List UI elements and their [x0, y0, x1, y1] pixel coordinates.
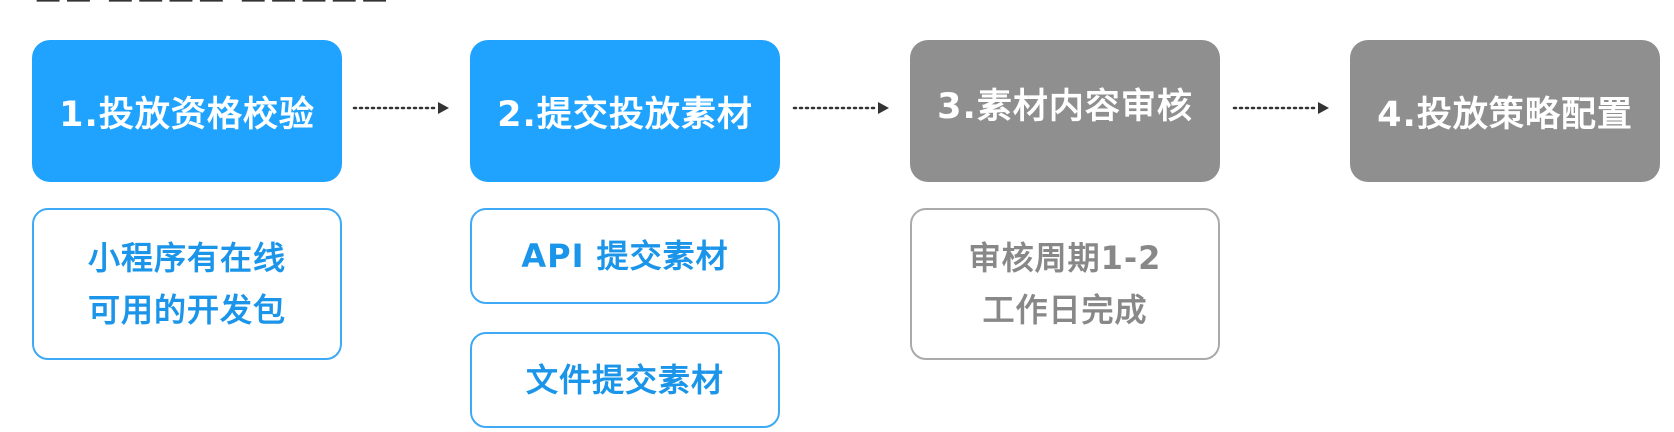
note-eligibility-requirement: 小程序有在线 可用的开发包 — [32, 208, 342, 360]
note-review-line-1: 审核周期1-2 — [968, 239, 1162, 277]
step-3-label: 3.素材内容审核 — [937, 86, 1193, 127]
note-file-submit-label: 文件提交素材 — [525, 361, 724, 399]
note-file-submit: 文件提交素材 — [470, 332, 780, 428]
step-1-eligibility-check: 1.投放资格校验 — [32, 40, 342, 182]
step-2-submit-materials: 2.提交投放素材 — [470, 40, 780, 182]
note-api-submit-label: API 提交素材 — [521, 237, 729, 275]
note-review-line-2: 工作日完成 — [982, 291, 1148, 329]
cropped-title-remnant: ▬▬ ▬▬▬▬ ▬▬▬▬▬ — [34, 0, 454, 10]
arrow-step2-to-step3 — [792, 100, 890, 116]
arrow-step3-to-step4 — [1232, 100, 1330, 116]
step-4-strategy-config: 4.投放策略配置 — [1350, 40, 1660, 182]
note-review-period: 审核周期1-2 工作日完成 — [910, 208, 1220, 360]
flow-diagram: ▬▬ ▬▬▬▬ ▬▬▬▬▬ 1.投放资格校验 2.提交投放素材 3.素材内容审核… — [0, 0, 1674, 432]
step-3-content-review: 3.素材内容审核 — [910, 40, 1220, 182]
step-4-label: 4.投放策略配置 — [1377, 94, 1633, 135]
arrow-step1-to-step2 — [352, 100, 450, 116]
step-1-label: 1.投放资格校验 — [59, 94, 315, 135]
note-eligibility-line-2: 可用的开发包 — [87, 291, 286, 329]
step-2-label: 2.提交投放素材 — [497, 94, 753, 135]
note-api-submit: API 提交素材 — [470, 208, 780, 304]
note-eligibility-line-1: 小程序有在线 — [87, 239, 286, 277]
